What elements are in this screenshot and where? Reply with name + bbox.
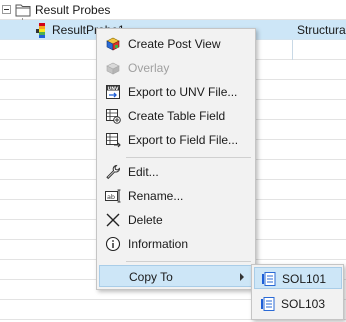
- menu-item-label: Create Table Field: [128, 109, 226, 123]
- column-divider: [292, 40, 293, 60]
- menu-item-label: Overlay: [128, 61, 170, 75]
- submenu-arrow-icon: [240, 273, 244, 281]
- menu-item-label: Create Post View: [128, 37, 221, 51]
- submenu-item-sol103[interactable]: SOL103: [254, 293, 342, 315]
- menu-item-label: Edit...: [128, 165, 159, 179]
- result-probe-icon: [36, 23, 48, 39]
- svg-text:ab: ab: [107, 193, 115, 201]
- menu-item-copy-to[interactable]: Copy To: [99, 265, 253, 287]
- menu-separator: [126, 157, 251, 158]
- table-field-icon: [105, 108, 121, 124]
- folder-icon: [15, 3, 31, 17]
- field-file-export-icon: [105, 132, 121, 148]
- info-icon: [105, 236, 121, 252]
- solution-icon: [260, 296, 276, 312]
- wrench-icon: [105, 164, 121, 180]
- copy-to-icon: [106, 269, 122, 285]
- menu-item-label: Delete: [128, 213, 163, 227]
- solution-icon: [261, 271, 277, 287]
- menu-item-overlay[interactable]: Overlay: [99, 57, 253, 79]
- menu-item-create-table-field[interactable]: Create Table Field: [99, 105, 253, 127]
- menu-item-label: Rename...: [128, 189, 184, 203]
- menu-item-export-unv[interactable]: UNV Export to UNV File...: [99, 81, 253, 103]
- post-view-icon: [105, 36, 121, 52]
- delete-x-icon: [105, 212, 121, 228]
- copy-to-submenu: SOL101 SOL103: [251, 264, 344, 320]
- menu-item-label: Export to Field File...: [128, 133, 239, 147]
- menu-item-label: Information: [128, 237, 189, 251]
- submenu-item-label: SOL101: [282, 272, 327, 286]
- rename-icon: ab: [105, 188, 121, 204]
- type-cell: Structural: [297, 23, 346, 37]
- tree-node-result-probes[interactable]: Result Probes: [0, 0, 346, 20]
- menu-separator: [126, 261, 251, 262]
- context-menu: Create Post View Overlay UNV Export to U…: [96, 28, 256, 290]
- menu-item-information[interactable]: Information: [99, 233, 253, 255]
- submenu-item-label: SOL103: [281, 297, 326, 311]
- menu-item-delete[interactable]: Delete: [99, 209, 253, 231]
- tree-node-label: Result Probes: [35, 3, 111, 17]
- menu-item-rename[interactable]: ab Rename...: [99, 185, 253, 207]
- menu-item-label: Copy To: [129, 270, 173, 284]
- menu-item-export-field-file[interactable]: Export to Field File...: [99, 129, 253, 151]
- unv-export-icon: UNV: [105, 84, 121, 100]
- overlay-icon: [105, 60, 121, 76]
- menu-item-edit[interactable]: Edit...: [99, 161, 253, 183]
- menu-item-label: Export to UNV File...: [128, 85, 238, 99]
- collapse-toggle-icon[interactable]: [2, 5, 11, 14]
- submenu-item-sol101[interactable]: SOL101: [254, 267, 342, 289]
- menu-item-create-post-view[interactable]: Create Post View: [99, 33, 253, 55]
- svg-text:UNV: UNV: [108, 86, 119, 92]
